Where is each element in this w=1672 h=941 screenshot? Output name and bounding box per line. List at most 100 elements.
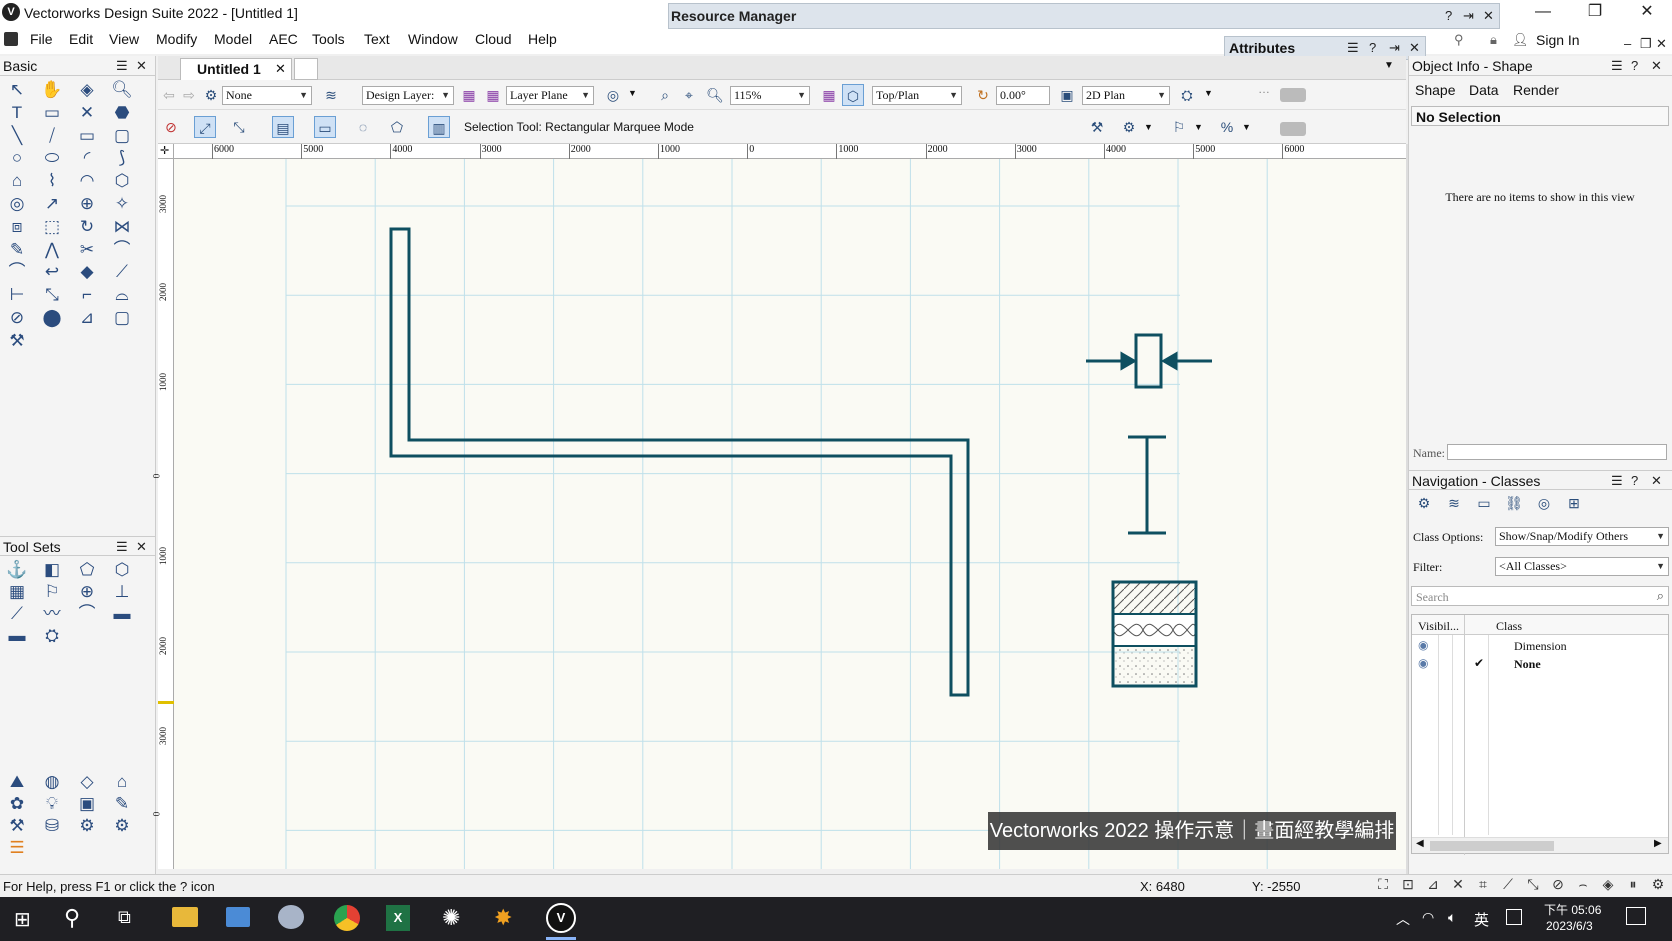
hammer-tool-icon[interactable]: ⚒ (2, 329, 32, 353)
rotate-tool-icon[interactable]: ↻ (72, 215, 102, 239)
ime-indicator[interactable]: 英 (1474, 909, 1489, 930)
drawing-canvas[interactable] (174, 159, 1406, 869)
menu-model[interactable]: Model (214, 31, 252, 47)
view-select[interactable]: Top/Plan ▼ (872, 86, 962, 105)
snap-to-intersection-icon[interactable]: ⊿ (1422, 876, 1444, 896)
oval-tool-icon[interactable]: ⬭ (37, 146, 67, 170)
search-icon[interactable]: ⚲ (64, 905, 80, 931)
tab-shape[interactable]: Shape (1415, 82, 1455, 98)
saved-views-icon[interactable]: ◎ (602, 84, 624, 106)
offset-tool-icon[interactable]: ⊕ (72, 192, 102, 216)
close-icon[interactable]: ✕ (136, 58, 147, 74)
mirror-tool-icon[interactable]: ⧈ (2, 215, 32, 239)
freehand-tool-icon[interactable]: ⟆ (107, 146, 137, 170)
classes-tab-icon[interactable]: ⚙ (1413, 492, 1435, 514)
chrome-icon[interactable] (334, 905, 360, 931)
close-window-icon[interactable]: ✕ (1624, 0, 1670, 26)
site-model-icon[interactable]: ◧ (37, 558, 67, 582)
dimension-tool-icon[interactable]: ⊢ (2, 283, 32, 307)
help-icon[interactable]: ? (1631, 473, 1638, 488)
dims-notes-icon[interactable]: ✎ (107, 792, 137, 816)
chevron-up-icon[interactable]: ︿ (1396, 909, 1410, 929)
menu-view[interactable]: View (109, 31, 139, 47)
task-view-icon[interactable]: ⧉ (118, 907, 131, 928)
road-icon[interactable]: ⟋ (2, 602, 32, 626)
ime-mode-icon[interactable] (1506, 909, 1522, 925)
design-layer-select[interactable]: Design Layer: ▼ (362, 86, 454, 105)
pause-icon[interactable]: ⏸ (1622, 876, 1644, 896)
standard-views-icon[interactable]: ⬡ (842, 84, 864, 106)
split-tool-icon[interactable]: ⋀ (37, 238, 67, 262)
restore-icon[interactable]: ❐ (1572, 0, 1618, 26)
zoom-tool-icon[interactable]: 🔍︎ (107, 78, 137, 102)
menu-tools[interactable]: Tools (312, 31, 345, 47)
snap-to-distance-icon[interactable]: ✕ (1447, 876, 1469, 896)
clip-tool-icon[interactable]: ⬚ (37, 215, 67, 239)
polygon-marquee-mode-icon[interactable]: ⤡ (228, 116, 250, 138)
tab-data[interactable]: Data (1469, 82, 1499, 98)
polygon-tool-icon[interactable]: ⌇ (37, 169, 67, 193)
search-icon[interactable]: ⌕ (1657, 588, 1664, 604)
saved-views-tab-icon[interactable]: ◎ (1533, 492, 1555, 514)
class-search-input[interactable]: Search ⌕ (1411, 586, 1669, 606)
arc-polygon-tool-icon[interactable]: ◠ (72, 169, 102, 193)
working-plane-icon[interactable]: ◈ (1597, 876, 1619, 896)
horizontal-scrollbar[interactable]: ◀ ▶ (1412, 837, 1668, 853)
trim-tool-icon[interactable]: ✕ (72, 101, 102, 125)
restore-icon[interactable]: ❐ (1640, 36, 1652, 52)
chevron-down-icon[interactable]: ▼ (1144, 122, 1153, 132)
landscape-area-icon[interactable]: ⬠ (72, 558, 102, 582)
visualization-icon[interactable]: ◍ (37, 770, 67, 794)
search-icon[interactable]: ⚲ (1454, 32, 1464, 48)
detailing-icon[interactable]: ▣ (72, 792, 102, 816)
paint-app-icon[interactable] (278, 905, 304, 929)
back-icon[interactable]: ⇦ (158, 84, 180, 106)
excel-icon[interactable]: X (386, 905, 410, 931)
locus-tool-icon[interactable]: ⬤ (37, 306, 67, 330)
col-class[interactable]: Class (1496, 619, 1522, 634)
line-tool-icon[interactable]: ╲ (2, 124, 32, 148)
landscape-icon[interactable]: ✿ (2, 792, 32, 816)
bench-icon[interactable]: ▬ (107, 602, 137, 626)
massing-model-icon[interactable]: ⬡ (107, 558, 137, 582)
attribute-mapping-tool-icon[interactable]: ✧ (107, 192, 137, 216)
circle-tool-icon[interactable]: ○ (2, 146, 32, 170)
class-options-select[interactable]: Show/Snap/Modify Others ▼ (1495, 527, 1669, 546)
resource-manager-panel[interactable]: Resource Manager ? ⇥ ✕ (668, 3, 1500, 29)
extras-icon[interactable]: ⚙ (107, 814, 137, 838)
expand-toolbar-icon[interactable] (1280, 88, 1306, 102)
zoom-objects-icon[interactable]: ⌖ (678, 84, 700, 106)
menu-cloud[interactable]: Cloud (475, 31, 512, 47)
rotation-field[interactable]: 0.00° (996, 86, 1050, 105)
polygon-lasso-icon[interactable]: ⬠ (386, 116, 408, 138)
layers-tab-icon[interactable]: ≋ (1443, 492, 1465, 514)
wall-section-symbol[interactable] (1111, 580, 1198, 688)
single-object-icon[interactable]: ▥ (428, 116, 450, 138)
scroll-right-icon[interactable]: ▶ (1654, 838, 1662, 849)
bench-icon[interactable]: ▬ (2, 624, 32, 648)
tab-untitled-1[interactable]: Untitled 1 ✕ (180, 58, 292, 80)
percent-snap-icon[interactable]: % (1216, 116, 1238, 138)
snap-icon[interactable]: ⚐ (1168, 116, 1190, 138)
eyedropper-tool-icon[interactable]: ↗ (37, 192, 67, 216)
projection-icon[interactable]: ⛭ (1176, 84, 1198, 106)
preferences-gear-icon[interactable]: ⚙ (1118, 116, 1140, 138)
name-field[interactable] (1447, 444, 1667, 460)
ruler-top[interactable]: 6000 5000 4000 3000 2000 1000 0 1000 2000 3000 400… (174, 144, 1406, 159)
edit-group-tool-icon[interactable]: ⟋ (107, 260, 137, 284)
close-icon[interactable]: ✕ (1651, 473, 1662, 489)
menu-lines-icon[interactable]: ☰ (1611, 473, 1623, 489)
menu-lines-icon[interactable]: ☰ (116, 58, 128, 74)
file-explorer-icon[interactable] (172, 907, 198, 927)
ruler-origin[interactable]: ✛ (158, 144, 174, 159)
i-beam-symbol[interactable] (1128, 435, 1166, 535)
text-tool-icon[interactable]: T (2, 101, 32, 125)
fillet-tool-icon[interactable]: ⌒ (107, 238, 137, 262)
menu-file[interactable]: File (30, 31, 53, 47)
minimize-icon[interactable]: – (1624, 36, 1631, 51)
filter-select[interactable]: <All Classes> ▼ (1495, 557, 1669, 576)
expand-toolbar-icon[interactable] (1280, 122, 1306, 136)
double-line-tool-icon[interactable]: ⧸ (37, 124, 67, 148)
move-by-points-tool-icon[interactable]: ◆ (72, 260, 102, 284)
class-options-icon[interactable]: ▦ (482, 84, 504, 106)
